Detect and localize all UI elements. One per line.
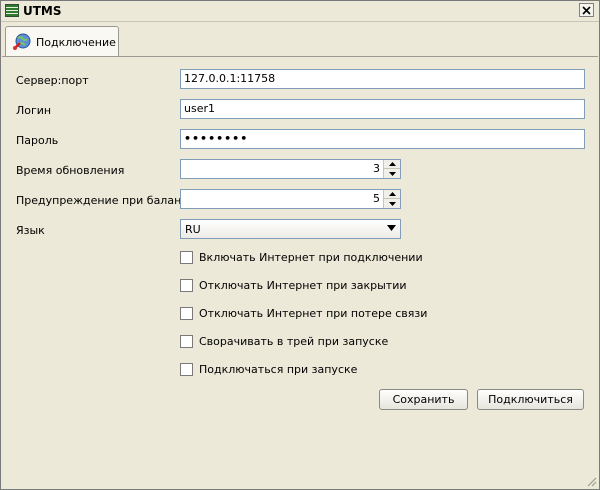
language-select[interactable]: RU — [180, 219, 401, 239]
app-window: UTMS Подключение Сервер:порт 127.0.0.1:1… — [0, 0, 600, 490]
arrow-down-icon — [388, 201, 396, 206]
resize-grip-icon[interactable] — [585, 475, 597, 487]
arrow-down-icon — [388, 171, 396, 176]
refresh-spinbox[interactable]: 3 — [180, 159, 401, 179]
server-field[interactable]: 127.0.0.1:11758 — [180, 69, 585, 89]
arrow-up-icon — [388, 162, 396, 166]
checkbox-label: Включать Интернет при подключении — [199, 251, 423, 264]
password-label: Пароль — [16, 134, 59, 147]
login-label: Логин — [16, 104, 52, 117]
checkbox-label: Сворачивать в трей при запуске — [199, 335, 389, 348]
checkbox[interactable] — [180, 363, 193, 376]
login-field[interactable]: user1 — [180, 99, 585, 119]
checkbox-label: Подключаться при запуске — [199, 363, 358, 376]
checkbox[interactable] — [180, 279, 193, 292]
warning-up-button[interactable] — [384, 190, 400, 199]
arrow-up-icon — [388, 192, 396, 196]
checkbox-label: Отключать Интернет при потере связи — [199, 307, 428, 320]
save-button[interactable]: Сохранить — [379, 389, 468, 410]
language-value: RU — [185, 223, 201, 236]
tab-bar: Подключение — [1, 22, 599, 56]
tab-connection[interactable]: Подключение — [5, 26, 119, 56]
chevron-down-icon — [387, 225, 396, 231]
title-bar[interactable]: UTMS — [1, 1, 599, 22]
connection-panel: Сервер:порт 127.0.0.1:11758 Логин user1 … — [2, 56, 598, 481]
password-field[interactable]: •••••••• — [180, 129, 585, 149]
close-icon — [582, 5, 591, 15]
warning-down-button[interactable] — [384, 199, 400, 208]
warning-spinbox[interactable]: 5 — [180, 189, 401, 209]
tab-connection-label: Подключение — [36, 36, 116, 49]
close-button[interactable] — [579, 3, 594, 17]
refresh-up-button[interactable] — [384, 160, 400, 169]
app-icon — [5, 4, 19, 17]
warning-value: 5 — [373, 192, 380, 205]
connect-button[interactable]: Подключиться — [477, 389, 584, 410]
language-label: Язык — [16, 224, 45, 237]
refresh-label: Время обновления — [16, 164, 125, 177]
globe-icon — [13, 33, 31, 50]
server-label: Сервер:порт — [16, 74, 89, 87]
refresh-value: 3 — [373, 162, 380, 175]
checkbox[interactable] — [180, 307, 193, 320]
checkbox-label: Отключать Интернет при закрытии — [199, 279, 407, 292]
refresh-down-button[interactable] — [384, 169, 400, 178]
checkbox[interactable] — [180, 251, 193, 264]
checkbox[interactable] — [180, 335, 193, 348]
window-title: UTMS — [23, 4, 62, 18]
warning-label: Предупреждение при балансе — [16, 194, 195, 207]
